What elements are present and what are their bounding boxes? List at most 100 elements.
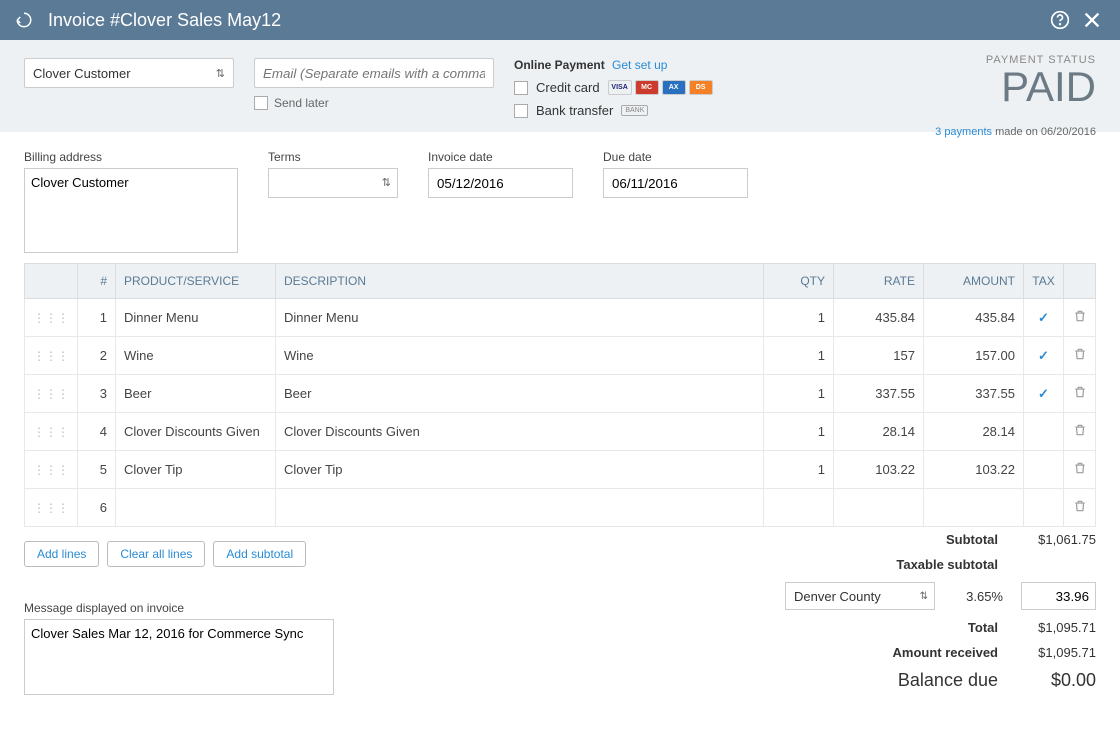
row-rate[interactable]	[834, 489, 924, 527]
row-product[interactable]	[116, 489, 276, 527]
card-logos: VISA MC AX DS	[608, 80, 713, 95]
row-rate[interactable]: 337.55	[834, 375, 924, 413]
invoice-date-input[interactable]	[428, 168, 573, 198]
row-tax[interactable]: ✓	[1024, 299, 1064, 337]
row-qty[interactable]: 1	[764, 299, 834, 337]
tax-amount-input[interactable]	[1021, 582, 1096, 610]
send-later-checkbox[interactable]: Send later	[254, 96, 494, 110]
trash-icon[interactable]	[1073, 463, 1087, 478]
drag-handle-icon[interactable]: ⋮⋮⋮	[33, 463, 69, 477]
row-tax[interactable]	[1024, 489, 1064, 527]
close-icon[interactable]	[1076, 4, 1108, 36]
trash-icon[interactable]	[1073, 387, 1087, 402]
trash-icon[interactable]	[1073, 425, 1087, 440]
row-tax[interactable]: ✓	[1024, 375, 1064, 413]
row-amount[interactable]: 337.55	[924, 375, 1024, 413]
row-product[interactable]: Wine	[116, 337, 276, 375]
row-qty[interactable]	[764, 489, 834, 527]
row-rate[interactable]: 103.22	[834, 451, 924, 489]
customer-select[interactable]: Clover Customer ⇅	[24, 58, 234, 88]
email-input[interactable]	[254, 58, 494, 88]
row-tax[interactable]: ✓	[1024, 337, 1064, 375]
balance-due-value: $0.00	[1016, 670, 1096, 691]
row-amount[interactable]: 103.22	[924, 451, 1024, 489]
row-tax[interactable]	[1024, 413, 1064, 451]
online-payment-section: Online Payment Get set up Credit card VI…	[514, 58, 713, 118]
drag-handle-icon[interactable]: ⋮⋮⋮	[33, 425, 69, 439]
row-tax[interactable]	[1024, 451, 1064, 489]
table-row[interactable]: ⋮⋮⋮3BeerBeer1337.55337.55✓	[25, 375, 1096, 413]
help-icon[interactable]	[1044, 4, 1076, 36]
message-input[interactable]	[24, 619, 334, 695]
row-desc[interactable]: Clover Tip	[276, 451, 764, 489]
table-row[interactable]: ⋮⋮⋮1Dinner MenuDinner Menu1435.84435.84✓	[25, 299, 1096, 337]
row-amount[interactable]: 28.14	[924, 413, 1024, 451]
row-amount[interactable]	[924, 489, 1024, 527]
row-product[interactable]: Dinner Menu	[116, 299, 276, 337]
check-icon: ✓	[1038, 310, 1049, 325]
trash-icon[interactable]	[1073, 311, 1087, 326]
payments-link[interactable]: 3 payments	[935, 126, 992, 138]
payments-date: made on 06/20/2016	[992, 126, 1096, 138]
line-items-table: # PRODUCT/SERVICE DESCRIPTION QTY RATE A…	[0, 263, 1120, 527]
subtotal-label: Subtotal	[858, 532, 998, 547]
page-title: Invoice #Clover Sales May12	[48, 10, 1044, 31]
row-num: 5	[78, 451, 116, 489]
terms-select[interactable]: ⇅	[268, 168, 398, 198]
credit-card-option[interactable]: Credit card VISA MC AX DS	[514, 80, 713, 95]
col-num: #	[78, 264, 116, 299]
clear-lines-button[interactable]: Clear all lines	[107, 541, 205, 567]
due-date-input[interactable]	[603, 168, 748, 198]
get-setup-link[interactable]: Get set up	[612, 58, 667, 72]
visa-icon: VISA	[608, 80, 632, 95]
subtotal-value: $1,061.75	[1016, 532, 1096, 547]
check-icon: ✓	[1038, 386, 1049, 401]
add-lines-button[interactable]: Add lines	[24, 541, 99, 567]
row-qty[interactable]: 1	[764, 337, 834, 375]
tax-region-select[interactable]: Denver County ⇅	[785, 582, 935, 610]
table-header-row: # PRODUCT/SERVICE DESCRIPTION QTY RATE A…	[25, 264, 1096, 299]
row-qty[interactable]: 1	[764, 451, 834, 489]
row-num: 4	[78, 413, 116, 451]
row-qty[interactable]: 1	[764, 375, 834, 413]
table-row[interactable]: ⋮⋮⋮4Clover Discounts GivenClover Discoun…	[25, 413, 1096, 451]
trash-icon[interactable]	[1073, 349, 1087, 364]
row-amount[interactable]: 157.00	[924, 337, 1024, 375]
drag-handle-icon[interactable]: ⋮⋮⋮	[33, 387, 69, 401]
bank-transfer-option[interactable]: Bank transfer BANK	[514, 103, 713, 118]
row-product[interactable]: Clover Tip	[116, 451, 276, 489]
row-desc[interactable]: Beer	[276, 375, 764, 413]
checkbox-icon	[514, 81, 528, 95]
checkbox-icon	[254, 96, 268, 110]
add-subtotal-button[interactable]: Add subtotal	[213, 541, 306, 567]
col-tax: TAX	[1024, 264, 1064, 299]
table-row[interactable]: ⋮⋮⋮2WineWine1157157.00✓	[25, 337, 1096, 375]
balance-due-label: Balance due	[858, 670, 998, 691]
col-product: PRODUCT/SERVICE	[116, 264, 276, 299]
billing-address-label: Billing address	[24, 150, 238, 164]
row-desc[interactable]: Dinner Menu	[276, 299, 764, 337]
row-product[interactable]: Beer	[116, 375, 276, 413]
drag-handle-icon[interactable]: ⋮⋮⋮	[33, 349, 69, 363]
top-section: Clover Customer ⇅ Send later Online Paym…	[0, 40, 1120, 132]
row-desc[interactable]	[276, 489, 764, 527]
row-amount[interactable]: 435.84	[924, 299, 1024, 337]
drag-handle-icon[interactable]: ⋮⋮⋮	[33, 311, 69, 325]
billing-address-input[interactable]	[24, 168, 238, 253]
row-rate[interactable]: 435.84	[834, 299, 924, 337]
back-icon[interactable]	[12, 8, 36, 32]
total-value: $1,095.71	[1016, 620, 1096, 635]
row-desc[interactable]: Wine	[276, 337, 764, 375]
row-product[interactable]: Clover Discounts Given	[116, 413, 276, 451]
drag-handle-icon[interactable]: ⋮⋮⋮	[33, 501, 69, 515]
row-rate[interactable]: 28.14	[834, 413, 924, 451]
amount-received-value: $1,095.71	[1016, 645, 1096, 660]
table-row[interactable]: ⋮⋮⋮5Clover TipClover Tip1103.22103.22	[25, 451, 1096, 489]
trash-icon[interactable]	[1073, 501, 1087, 516]
row-rate[interactable]: 157	[834, 337, 924, 375]
row-desc[interactable]: Clover Discounts Given	[276, 413, 764, 451]
table-row[interactable]: ⋮⋮⋮6	[25, 489, 1096, 527]
totals-section: Subtotal $1,061.75 Taxable subtotal Denv…	[364, 527, 1096, 696]
row-qty[interactable]: 1	[764, 413, 834, 451]
window-header: Invoice #Clover Sales May12	[0, 0, 1120, 40]
